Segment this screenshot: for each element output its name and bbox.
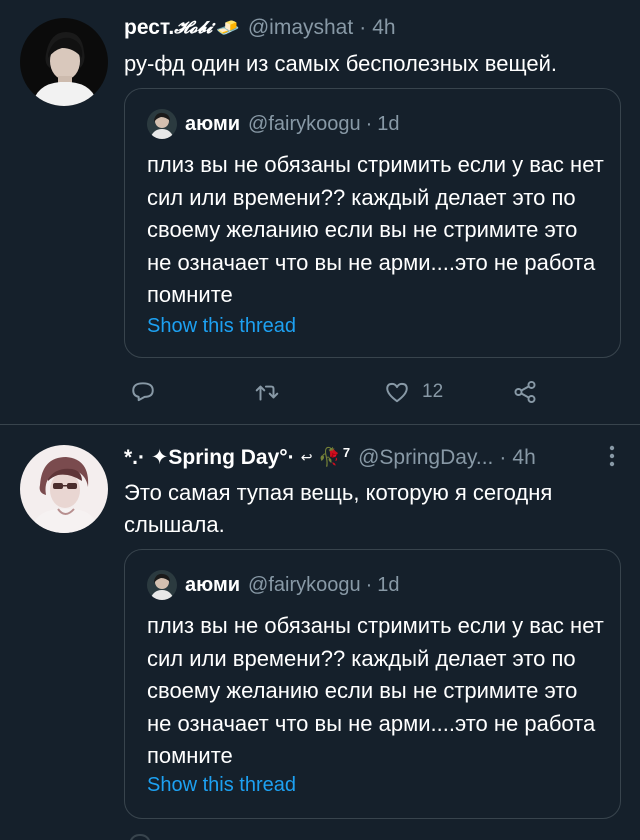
author-name[interactable]: рест. [124, 16, 174, 40]
like-count: 12 [422, 381, 444, 402]
time-separator: · [499, 445, 507, 469]
quoted-tweet-text: плиз вы не обязаны стримить если у вас н… [147, 152, 604, 307]
quoted-time-separator: · [365, 573, 373, 596]
reply-button[interactable] [130, 374, 156, 410]
tweet-time[interactable]: 4h [512, 446, 535, 470]
quoted-tweet-time: 1d [377, 112, 400, 135]
tweet-text: ру-фд один из самых бесполезных вещей. [124, 51, 557, 76]
quoted-tweet-time: 1d [377, 573, 400, 596]
retweet-button[interactable] [254, 374, 280, 410]
quoted-author-name: аюми [185, 573, 241, 596]
author-handle[interactable]: @imayshat [248, 16, 353, 40]
avatar[interactable] [20, 445, 108, 533]
quoted-avatar [147, 570, 177, 600]
retweet-icon [254, 379, 280, 405]
avatar[interactable] [20, 18, 108, 106]
quoted-avatar [147, 109, 177, 139]
quoted-tweet[interactable]: аюми @fairykoogu · 1d плиз вы не обязаны… [124, 88, 621, 358]
tweet-header: рест. 𝓗𝓸𝓫𝓲 🧈 @imayshat · 4h [124, 16, 396, 40]
quoted-time-separator: · [365, 112, 373, 135]
tweet-time[interactable]: 4h [372, 16, 395, 40]
share-icon [512, 379, 538, 405]
quoted-author-handle: @fairykoogu [248, 112, 361, 135]
hook-arrow-icon: ↩ [300, 449, 313, 465]
author-name[interactable]: *.· ✦Spring Day°· [124, 445, 295, 470]
show-thread-link[interactable]: Show this thread [147, 315, 296, 338]
like-button[interactable]: 12 [384, 374, 443, 410]
quoted-tweet-header: аюми @fairykoogu · 1d [147, 109, 400, 139]
tweet[interactable]: *.· ✦Spring Day°· ↩ 🥀 7 @SpringDay... · … [0, 424, 640, 840]
butter-emoji: 🧈 [216, 18, 240, 39]
more-options-icon[interactable] [608, 444, 616, 468]
quoted-author-handle: @fairykoogu [248, 573, 361, 596]
reply-icon [130, 379, 156, 405]
share-button[interactable] [512, 374, 538, 410]
tweet[interactable]: рест. 𝓗𝓸𝓫𝓲 🧈 @imayshat · 4h ру-фд один и… [0, 0, 640, 424]
quoted-tweet-header: аюми @fairykoogu · 1d [147, 570, 400, 600]
tweet-text: Это самая тупая вещь, которую я сегодня … [124, 480, 553, 537]
tweet-actions-partial [124, 830, 604, 840]
tweet-header: *.· ✦Spring Day°· ↩ 🥀 7 @SpringDay... · … [124, 445, 536, 470]
wilted-flower-emoji: 🥀 [318, 447, 341, 467]
time-separator: · [359, 16, 367, 39]
like-icon [384, 379, 410, 405]
quoted-tweet-text: плиз вы не обязаны стримить если у вас н… [147, 613, 604, 768]
tweet-actions: 12 [124, 374, 604, 410]
author-name-superscript: 7 [342, 445, 351, 460]
show-thread-link[interactable]: Show this thread [147, 774, 296, 797]
author-handle[interactable]: @SpringDay... [358, 446, 493, 470]
quoted-author-name: аюми [185, 112, 241, 135]
author-name-suffix: 𝓗𝓸𝓫𝓲 [174, 18, 213, 38]
quoted-tweet[interactable]: аюми @fairykoogu · 1d плиз вы не обязаны… [124, 549, 621, 819]
